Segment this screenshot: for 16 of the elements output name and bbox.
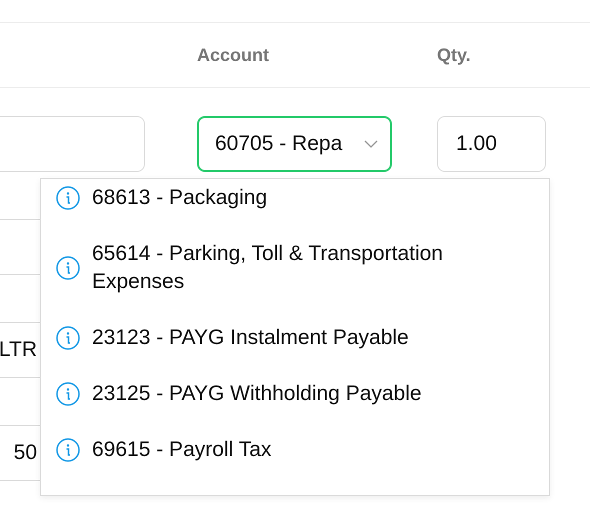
quantity-field[interactable]: 1.00 bbox=[437, 116, 546, 172]
info-icon bbox=[56, 382, 80, 406]
chevron-down-icon bbox=[364, 140, 378, 148]
column-header: Qty. bbox=[437, 44, 471, 66]
info-icon bbox=[56, 186, 80, 210]
input-field[interactable] bbox=[0, 116, 145, 172]
column-header: Account bbox=[197, 44, 270, 66]
account-select[interactable]: 60705 - Repa bbox=[197, 116, 392, 172]
dropdown-option[interactable]: 23123 - PAYG Instalment Payable bbox=[41, 310, 549, 366]
dropdown-option[interactable]: 65614 - Parking, Toll & Transportation Expenses bbox=[41, 226, 549, 310]
info-icon bbox=[56, 438, 80, 462]
dropdown-option[interactable]: 23125 - PAYG Withholding Payable bbox=[41, 366, 549, 422]
info-icon bbox=[56, 326, 80, 350]
info-icon bbox=[56, 256, 80, 280]
dropdown-option[interactable]: 69615 - Payroll Tax bbox=[41, 422, 549, 478]
dropdown-option[interactable]: 68613 - Packaging bbox=[41, 179, 549, 226]
